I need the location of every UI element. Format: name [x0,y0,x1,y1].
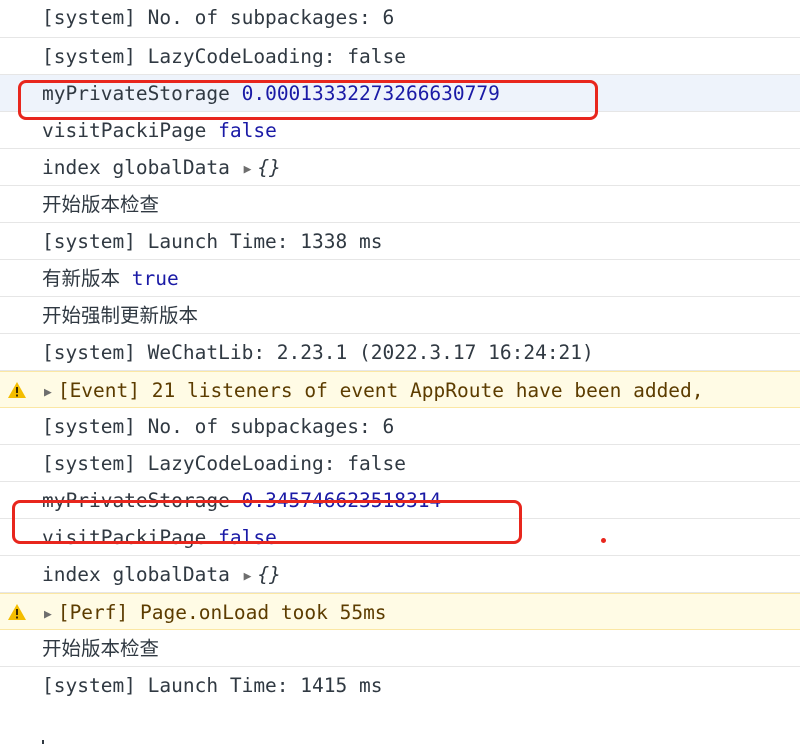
annotation-box-2 [12,500,522,544]
annotation-dot [601,538,606,543]
expand-triangle-icon[interactable]: ▶ [44,374,52,407]
object-preview[interactable]: {} [257,156,280,179]
warning-text: [Event] 21 listeners of event AppRoute h… [57,379,704,402]
log-row: [system] LazyCodeLoading: false [0,38,800,75]
log-text: [system] WeChatLib: 2.23.1 (2022.3.17 16… [42,341,594,364]
warning-row[interactable]: ▶ [Perf] Page.onLoad took 55ms [0,593,800,630]
log-text: [system] No. of subpackages: 6 [42,415,395,438]
log-row: [system] WeChatLib: 2.23.1 (2022.3.17 16… [0,334,800,371]
log-row: 开始版本检查 [0,630,800,667]
annotation-box-1 [18,80,598,120]
log-text: [system] Launch Time: 1338 ms [42,230,383,253]
expand-triangle-icon[interactable]: ▶ [244,151,252,185]
log-row: 开始强制更新版本 [0,297,800,334]
warning-icon [8,382,26,398]
warning-row[interactable]: ▶ [Event] 21 listeners of event AppRoute … [0,371,800,408]
log-row: [system] No. of subpackages: 6 [0,0,800,38]
log-key: 有新版本 [42,267,121,290]
log-row: [system] No. of subpackages: 6 [0,408,800,445]
expand-triangle-icon[interactable]: ▶ [44,596,52,629]
log-row-object[interactable]: index globalData ▶{} [0,556,800,593]
log-key: index globalData [42,563,230,586]
log-row: 开始版本检查 [0,186,800,223]
log-key: visitPackiPage [42,119,207,142]
log-text: 开始版本检查 [42,193,160,216]
log-row-object[interactable]: index globalData ▶{} [0,149,800,186]
log-row: [system] Launch Time: 1338 ms [0,223,800,260]
input-cursor [42,740,44,744]
warning-icon [8,604,26,620]
log-text: 开始强制更新版本 [42,304,199,327]
warning-text: [Perf] Page.onLoad took 55ms [57,601,387,624]
log-text: [system] LazyCodeLoading: false [42,45,406,68]
log-value: true [131,267,179,290]
log-key: index globalData [42,156,230,179]
log-value: false [218,119,277,142]
log-text: [system] LazyCodeLoading: false [42,452,406,475]
log-row: [system] LazyCodeLoading: false [0,445,800,482]
expand-triangle-icon[interactable]: ▶ [244,558,252,592]
log-row: [system] Launch Time: 1415 ms [0,667,800,704]
log-text: [system] No. of subpackages: 6 [42,6,395,29]
log-text: 开始版本检查 [42,637,160,660]
log-row: 有新版本 true [0,260,800,297]
object-preview[interactable]: {} [257,563,280,586]
log-text: [system] Launch Time: 1415 ms [42,674,383,697]
